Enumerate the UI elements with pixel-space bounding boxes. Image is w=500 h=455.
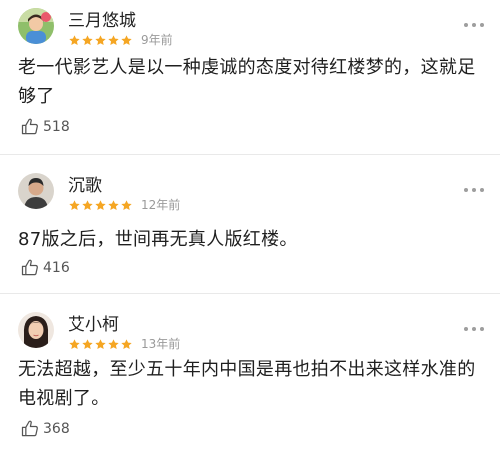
star-icon — [108, 199, 119, 210]
comment-meta: 13年前 — [68, 337, 180, 351]
star-icon — [108, 338, 119, 349]
star-icon — [82, 34, 93, 45]
avatar[interactable] — [18, 312, 54, 348]
star-icon — [69, 34, 80, 45]
comment-text: 老一代影艺人是以一种虔诚的态度对待红楼梦的，这就足够了 — [18, 57, 476, 107]
more-options-button[interactable] — [464, 187, 484, 193]
thumbs-up-icon — [21, 259, 38, 276]
star-icon — [121, 34, 132, 45]
star-icon — [95, 199, 106, 210]
comment-meta: 9年前 — [68, 33, 173, 47]
comment-time: 9年前 — [141, 33, 173, 47]
username[interactable]: 艾小柯 — [68, 315, 119, 335]
more-options-button[interactable] — [464, 22, 484, 28]
more-dot-icon — [472, 188, 476, 192]
star-icon — [121, 199, 132, 210]
more-dot-icon — [480, 23, 484, 27]
thumbs-up-icon — [21, 420, 38, 437]
thumbs-up-icon — [21, 118, 38, 135]
avatar-photo-child-icon — [18, 8, 54, 44]
avatar[interactable] — [18, 8, 54, 44]
avatar-photo-woman-icon — [18, 312, 54, 348]
username[interactable]: 三月悠城 — [68, 11, 136, 31]
rating-stars — [68, 338, 133, 351]
comment-time: 13年前 — [141, 337, 181, 351]
comment-item: 三月悠城 9年前 老一代影艺人是以一种虔诚的态度对待红楼梦的，这就足够了 518 — [0, 0, 500, 155]
comment-text: 87版之后，世间再无真人版红楼。 — [18, 229, 298, 250]
rating-stars — [68, 34, 133, 47]
more-dot-icon — [472, 327, 476, 331]
more-options-button[interactable] — [464, 326, 484, 332]
star-icon — [69, 199, 80, 210]
like-count: 416 — [43, 260, 70, 276]
star-icon — [108, 34, 119, 45]
comment-item: 沉歌 12年前 87版之后，世间再无真人版红楼。 416 — [0, 155, 500, 294]
star-icon — [69, 338, 80, 349]
comment-text: 无法超越，至少五十年内中国是再也拍不出来这样水准的电视剧了。 — [18, 359, 476, 409]
star-icon — [121, 338, 132, 349]
more-dot-icon — [464, 188, 468, 192]
more-dot-icon — [480, 327, 484, 331]
like-count: 368 — [43, 421, 70, 437]
star-icon — [95, 34, 106, 45]
username[interactable]: 沉歌 — [68, 176, 102, 196]
star-icon — [95, 338, 106, 349]
like-button[interactable]: 368 — [20, 419, 70, 439]
more-dot-icon — [464, 23, 468, 27]
comment-item: 艾小柯 13年前 无法超越，至少五十年内中国是再也拍不出来这样水准的电视剧了。 … — [0, 294, 500, 455]
star-icon — [82, 199, 93, 210]
more-dot-icon — [472, 23, 476, 27]
avatar[interactable] — [18, 173, 54, 209]
like-button[interactable]: 518 — [20, 117, 70, 137]
comment-time: 12年前 — [141, 198, 181, 212]
more-dot-icon — [480, 188, 484, 192]
avatar-photo-man-icon — [18, 173, 54, 209]
like-button[interactable]: 416 — [20, 258, 70, 278]
comment-meta: 12年前 — [68, 198, 180, 212]
rating-stars — [68, 199, 133, 212]
like-count: 518 — [43, 119, 70, 135]
more-dot-icon — [464, 327, 468, 331]
star-icon — [82, 338, 93, 349]
